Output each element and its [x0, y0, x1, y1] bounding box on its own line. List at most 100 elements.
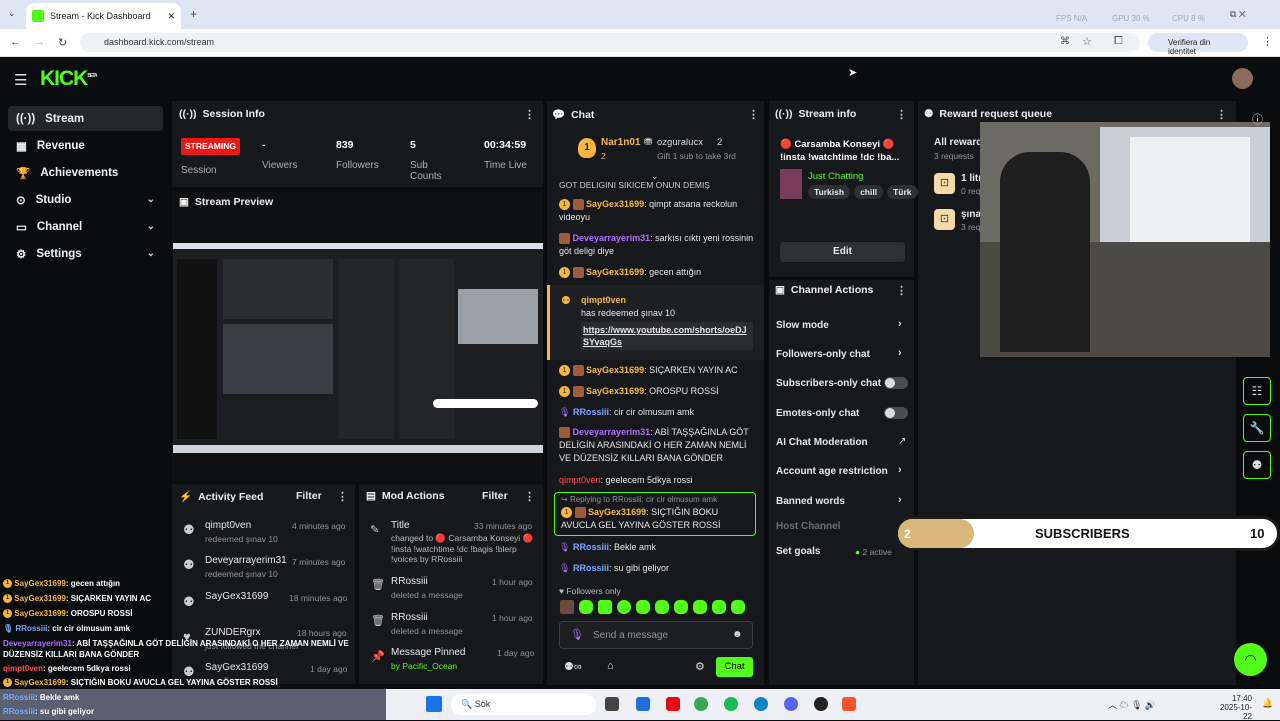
emotes-only-toggle[interactable] — [884, 407, 908, 419]
chevron-right-icon[interactable]: › — [898, 494, 902, 506]
chevron-right-icon[interactable]: › — [898, 347, 902, 359]
sidebar-item-studio[interactable]: ⊙ Studio ⌄ — [8, 187, 163, 212]
info-icon[interactable]: ⓘ — [1252, 111, 1263, 127]
emote-icon[interactable] — [617, 600, 631, 614]
emoji-icon[interactable]: ☻ — [732, 629, 743, 640]
top-gifter-2[interactable]: ozguralucx — [657, 137, 703, 148]
emote-icon[interactable] — [731, 600, 745, 614]
hamburger-menu-icon[interactable]: ☰ — [14, 71, 27, 89]
notification-icon[interactable]: 🔔 — [1262, 698, 1273, 709]
mod-filter-button[interactable]: Filter — [482, 490, 508, 502]
session-menu-icon[interactable]: ⋮ — [524, 108, 535, 121]
emote-icon[interactable] — [655, 600, 669, 614]
redeem-link[interactable]: https://www.youtube.com/shorts/oeDJSYvaq… — [581, 322, 753, 350]
tab-list-icon[interactable]: ⌄ — [8, 8, 16, 19]
external-link-icon[interactable]: ↗ — [898, 436, 906, 447]
wrench-icon[interactable]: 🔧 — [1243, 414, 1271, 442]
tag-chip[interactable]: chill — [854, 185, 884, 199]
chat-username[interactable]: qimpt0ven — [559, 475, 601, 485]
activity-user[interactable]: ZUNDERgrx — [205, 627, 261, 638]
chevron-right-icon[interactable]: › — [898, 318, 902, 330]
emote-icon[interactable] — [560, 600, 574, 614]
emote-icon[interactable] — [636, 600, 650, 614]
system-tray-icon[interactable]: ︿ ☁ 🎙 🔊 — [1108, 698, 1156, 711]
banned-words-label[interactable]: Banned words — [776, 496, 845, 507]
chat-username[interactable]: RRossiii — [573, 563, 609, 573]
forward-icon[interactable]: → — [34, 36, 45, 48]
chat-username[interactable]: RRossiii — [573, 542, 609, 552]
kick-logo[interactable]: KICKBETA — [40, 67, 98, 91]
tag-chip[interactable]: Türk — [887, 185, 918, 199]
chat-username[interactable]: SayGex31699 — [586, 386, 644, 396]
mic-icon[interactable]: 🎙 — [570, 628, 584, 641]
chat-username[interactable]: Deveyarrayerim31 — [573, 427, 651, 437]
new-tab-icon[interactable]: + — [190, 7, 197, 21]
back-icon[interactable]: ← — [10, 36, 21, 48]
sidebar-item-achievements[interactable]: 🏆 Achievements — [8, 160, 163, 185]
mod-menu-icon[interactable]: ⋮ — [524, 490, 535, 503]
netflix-icon[interactable] — [666, 697, 680, 711]
ai-moderation-label[interactable]: AI Chat Moderation — [776, 437, 868, 448]
activity-user[interactable]: SayGex31699 — [205, 591, 268, 602]
sidebar-item-settings[interactable]: ⚙ Settings ⌄ — [8, 241, 163, 266]
share-icon[interactable]: ⚉ — [1243, 451, 1271, 479]
url-field[interactable]: dashboard.kick.com/stream — [80, 33, 1140, 52]
reward-item-title[interactable]: 1 litr — [961, 173, 982, 184]
window-controls-icon[interactable]: ⧉ ✕ — [1230, 9, 1246, 20]
activity-user[interactable]: Deveyarrayerim31 — [205, 555, 287, 566]
emote-icon[interactable] — [674, 600, 688, 614]
support-headset-icon[interactable]: ◠ — [1234, 643, 1267, 676]
chat-username[interactable]: SayGex31699 — [588, 507, 646, 517]
edit-button[interactable]: Edit — [780, 242, 905, 262]
spotify-icon[interactable] — [724, 697, 738, 711]
chat-menu-icon[interactable]: ⋮ — [748, 108, 759, 121]
activity-menu-icon[interactable]: ⋮ — [337, 490, 348, 503]
taskbar-search[interactable]: 🔍 Sök — [451, 694, 596, 715]
category-thumbnail[interactable] — [780, 169, 802, 199]
store-app-icon[interactable] — [636, 697, 650, 711]
browser-menu-icon[interactable]: ⋮ — [1262, 35, 1273, 48]
slow-mode-label[interactable]: Slow mode — [776, 320, 829, 331]
top-gifter-1[interactable]: Nar1n01 — [601, 137, 640, 148]
chat-username[interactable]: Deveyarrayerim31 — [573, 233, 651, 243]
sidebar-item-stream[interactable]: ((·)) Stream — [8, 106, 163, 131]
quick-action-icon[interactable]: ☷ — [1243, 377, 1271, 405]
chevron-right-icon[interactable]: › — [898, 464, 902, 476]
chat-settings-gear-icon[interactable]: ⚙ — [695, 660, 705, 673]
account-age-label[interactable]: Account age restriction — [776, 466, 888, 477]
edge-icon[interactable] — [754, 697, 768, 711]
windows-start-icon[interactable] — [426, 696, 442, 712]
redeem-user[interactable]: qimpt0ven — [581, 295, 626, 305]
avatar[interactable] — [1232, 68, 1253, 89]
tag-chip[interactable]: Turkish — [808, 185, 851, 199]
emote-icon[interactable] — [693, 600, 707, 614]
stream-info-menu-icon[interactable]: ⋮ — [896, 108, 907, 121]
taskbar-clock[interactable]: 17:40 2025-10-22 — [1212, 694, 1252, 721]
channel-actions-menu-icon[interactable]: ⋮ — [896, 284, 907, 297]
bookmark-star-icon[interactable]: ☆ — [1082, 35, 1092, 48]
chat-username[interactable]: RRossiii — [573, 407, 609, 417]
sidebar-item-channel[interactable]: ▭ Channel ⌄ — [8, 214, 163, 239]
send-chat-button[interactable]: Chat — [716, 657, 753, 677]
chrome-icon[interactable] — [694, 697, 708, 711]
chat-username[interactable]: SayGex31699 — [586, 365, 644, 375]
stream-preview-video[interactable] — [173, 243, 543, 453]
sidebar-item-revenue[interactable]: ▦ Revenue — [8, 133, 163, 158]
followers-only-label[interactable]: Followers-only chat — [776, 349, 870, 360]
activity-filter-button[interactable]: Filter — [296, 490, 322, 502]
close-tab-icon[interactable]: ✕ — [167, 11, 175, 22]
browser-tab[interactable]: Stream - Kick Dashboard ✕ — [26, 3, 181, 29]
translate-icon[interactable]: ⌘ — [1060, 36, 1070, 47]
emote-icon[interactable] — [579, 600, 593, 614]
brave-icon[interactable] — [842, 697, 856, 711]
category-name[interactable]: Just Chatting — [808, 171, 863, 182]
subscribers-only-toggle[interactable] — [884, 377, 908, 389]
set-goals-label[interactable]: Set goals — [776, 546, 820, 557]
infinity-icon[interactable]: ⚉∞ — [564, 660, 582, 673]
reward-menu-icon[interactable]: ⋮ — [1216, 108, 1227, 121]
extensions-icon[interactable]: ⧠ — [1114, 35, 1123, 48]
activity-user[interactable]: SayGex31699 — [205, 662, 268, 673]
identity-button[interactable]: Verifiera din identitet — [1148, 33, 1248, 56]
reload-icon[interactable]: ↻ — [58, 36, 67, 49]
chat-username[interactable]: SayGex31699 — [586, 199, 644, 209]
